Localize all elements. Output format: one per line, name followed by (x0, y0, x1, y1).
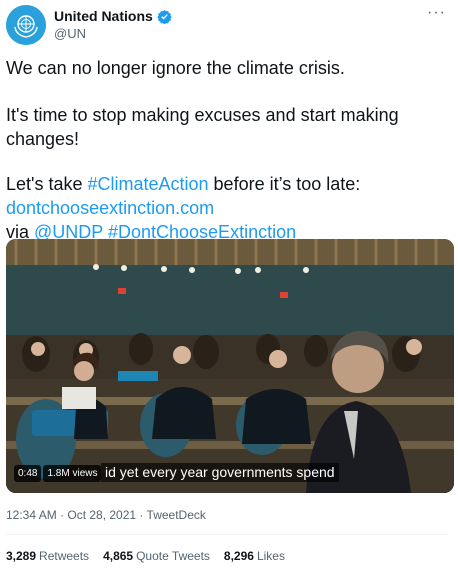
un-logo-icon[interactable] (6, 5, 46, 45)
tweet-line-text: Let's take (6, 174, 88, 194)
tweet-line: Let's take #ClimateAction before it’s to… (6, 172, 448, 196)
user-handle[interactable]: @UN (54, 26, 86, 41)
video-duration-badge: 0:48 (14, 465, 42, 482)
tweet-line: It's time to stop making excuses and sta… (6, 105, 399, 149)
tweet-line: dontchooseextinction.com (6, 196, 448, 220)
retweets-stat[interactable]: 3,289 Retweets (6, 549, 89, 563)
quote-tweets-stat[interactable]: 4,865 Quote Tweets (103, 549, 210, 563)
more-options-icon[interactable]: ··· (427, 5, 446, 21)
video-player[interactable]: 0:48 1.8M views id yet every year govern… (6, 239, 454, 493)
tweet-line-text: before it’s too late: (208, 174, 361, 194)
retweets-label: Retweets (39, 549, 90, 563)
video-frame (6, 239, 454, 493)
verified-badge-icon (157, 9, 172, 24)
quote-tweets-count: 4,865 (103, 549, 134, 563)
likes-count: 8,296 (223, 549, 254, 563)
tweet-text: We can no longer ignore the climate cris… (6, 56, 448, 244)
tweet-timestamp[interactable]: 12:34 AM · Oct 28, 2021 · TweetDeck (6, 508, 206, 522)
retweets-count: 3,289 (6, 549, 37, 563)
likes-stat[interactable]: 8,296 Likes (224, 549, 285, 563)
engagement-stats: 3,289 Retweets 4,865 Quote Tweets 8,296 Lik… (6, 549, 285, 563)
url-link[interactable]: dontchooseextinction.com (6, 198, 214, 218)
quote-tweets-label: Quote Tweets (136, 549, 210, 563)
hashtag-link[interactable]: #ClimateAction (87, 174, 208, 194)
likes-label: Likes (256, 549, 285, 563)
video-views-badge: 1.8M views (43, 465, 102, 482)
tweet-line: We can no longer ignore the climate cris… (6, 58, 345, 78)
divider (6, 534, 448, 535)
video-subtitle: id yet every year governments spend (101, 463, 339, 482)
tweet-header: United Nations @UN ··· (6, 5, 448, 45)
display-name[interactable]: United Nations (54, 8, 153, 24)
